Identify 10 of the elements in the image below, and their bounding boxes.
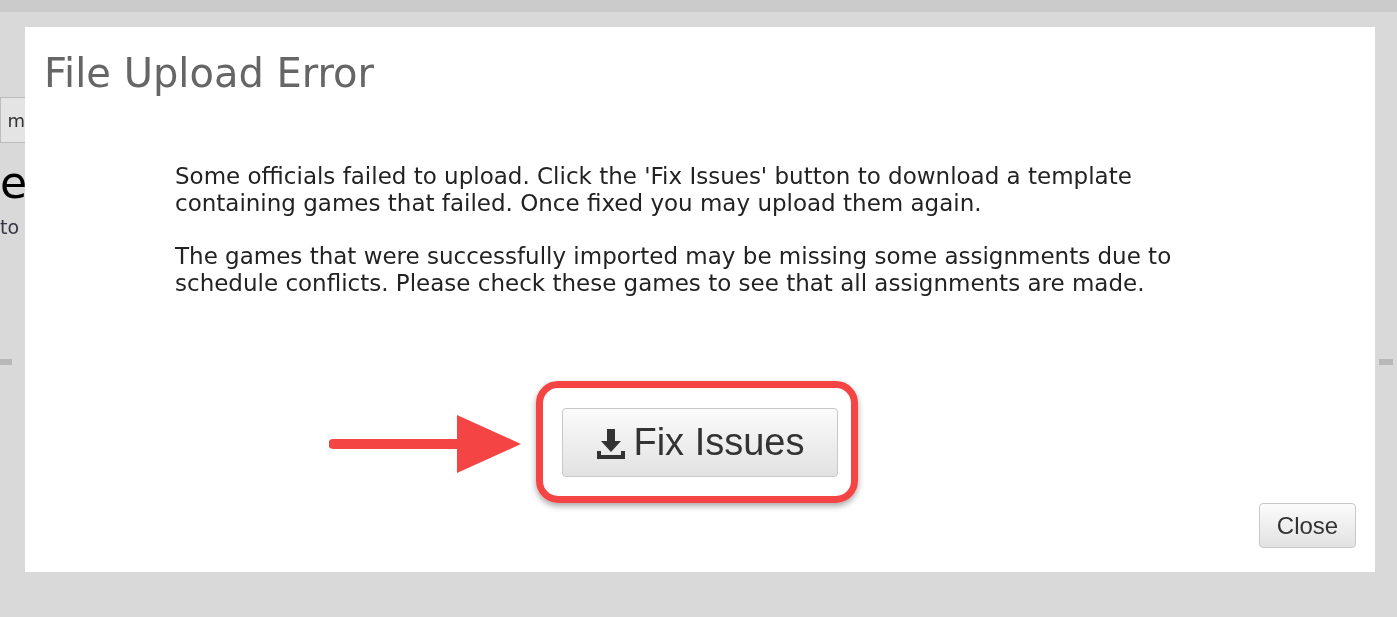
message-paragraph: Some officials failed to upload. Click the 'Fix Issues' button to download a template containing games that failed. Once fixed you may upload them again. [175, 163, 1133, 217]
dialog-title: File Upload Error [44, 49, 375, 97]
page-text: to [0, 215, 20, 240]
page-heading: e [0, 156, 28, 210]
message-paragraph: The games that were successfully imported may be missing some assignments due to schedule conflicts. Please check these games to see that all assignments are made. [175, 243, 1173, 297]
download-icon [595, 426, 628, 459]
fix-issues-button[interactable]: Fix Issues [562, 408, 838, 477]
rule-segment [1379, 359, 1393, 365]
rule-segment [0, 359, 12, 365]
close-button[interactable]: Close [1259, 503, 1356, 548]
